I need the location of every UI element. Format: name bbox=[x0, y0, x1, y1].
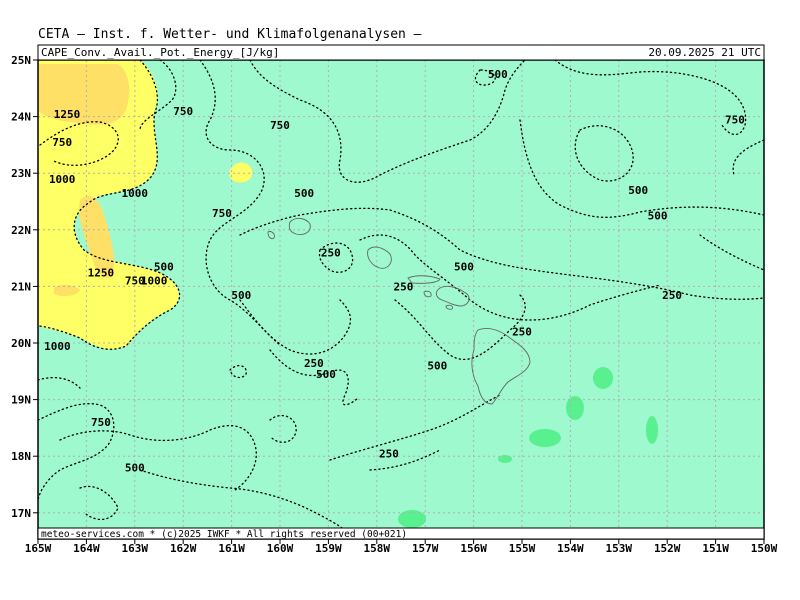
lon-tick-label: 159W bbox=[315, 542, 342, 555]
lat-tick-label: 24N bbox=[11, 111, 31, 124]
lon-tick-label: 156W bbox=[460, 542, 487, 555]
contour-label: 500 bbox=[628, 184, 648, 197]
cape-low-area bbox=[398, 510, 426, 528]
contour-label: 500 bbox=[316, 368, 336, 381]
contour-label: 500 bbox=[488, 68, 508, 81]
contour-label: 500 bbox=[294, 187, 314, 200]
lat-tick-label: 21N bbox=[11, 280, 31, 293]
contour-label: 250 bbox=[379, 447, 399, 460]
contour-label: 250 bbox=[321, 246, 341, 259]
lon-tick-label: 151W bbox=[702, 542, 729, 555]
contour-label: 500 bbox=[648, 210, 668, 223]
contour-label: 500 bbox=[454, 261, 474, 274]
contour-label: 1000 bbox=[141, 275, 168, 288]
contour-label: 500 bbox=[125, 462, 145, 475]
contour-label: 500 bbox=[231, 289, 251, 302]
contour-label: 750 bbox=[270, 119, 290, 132]
lon-tick-label: 152W bbox=[654, 542, 681, 555]
contour-label: 1250 bbox=[88, 266, 115, 279]
lat-tick-label: 19N bbox=[11, 394, 31, 407]
lon-tick-label: 163W bbox=[122, 542, 149, 555]
contour-label: 250 bbox=[512, 326, 532, 339]
contour-label: 500 bbox=[154, 261, 174, 274]
copyright-footer: meteo-services.com * (c)2025 IWKF * All … bbox=[41, 529, 407, 540]
lon-tick-label: 155W bbox=[509, 542, 536, 555]
lon-tick-label: 164W bbox=[73, 542, 100, 555]
contour-label: 1250 bbox=[54, 108, 81, 121]
cape-map: 5001250 75075075075010001000 500 5005007502… bbox=[11, 44, 778, 555]
lat-tick-label: 22N bbox=[11, 224, 31, 237]
lon-tick-label: 150W bbox=[751, 542, 778, 555]
lon-tick-label: 165W bbox=[25, 542, 52, 555]
lon-tick-label: 153W bbox=[606, 542, 633, 555]
cape-1250-area bbox=[38, 64, 130, 125]
lon-tick-label: 154W bbox=[557, 542, 584, 555]
lon-tick-label: 157W bbox=[412, 542, 439, 555]
lon-tick-label: 160W bbox=[267, 542, 294, 555]
contour-label: 750 bbox=[212, 207, 232, 220]
lon-tick-label: 162W bbox=[170, 542, 197, 555]
field-label: CAPE_Conv._Avail._Pot._Energy_[J/kg] bbox=[41, 46, 279, 59]
valid-time: 20.09.2025 21 UTC bbox=[648, 46, 761, 59]
cape-low-area bbox=[593, 367, 613, 389]
contour-label: 1000 bbox=[49, 173, 76, 186]
lat-tick-label: 25N bbox=[11, 54, 31, 67]
contour-label: 750 bbox=[173, 105, 193, 118]
contour-label: 1000 bbox=[122, 187, 149, 200]
contour-label: 500 bbox=[427, 360, 447, 373]
contour-label: 1000 bbox=[44, 340, 71, 353]
contour-label: 250 bbox=[662, 289, 682, 302]
lat-tick-label: 20N bbox=[11, 337, 31, 350]
cape-low-area bbox=[529, 429, 561, 447]
contour-label: 250 bbox=[393, 280, 413, 293]
lon-tick-label: 158W bbox=[364, 542, 391, 555]
cape-low-area bbox=[646, 416, 658, 444]
contour-label: 750 bbox=[52, 136, 72, 149]
contour-label: 750 bbox=[91, 416, 111, 429]
lat-tick-label: 17N bbox=[11, 507, 31, 520]
lon-tick-label: 161W bbox=[218, 542, 245, 555]
lat-tick-label: 23N bbox=[11, 167, 31, 180]
contour-label: 750 bbox=[725, 113, 745, 126]
lat-tick-label: 18N bbox=[11, 450, 31, 463]
